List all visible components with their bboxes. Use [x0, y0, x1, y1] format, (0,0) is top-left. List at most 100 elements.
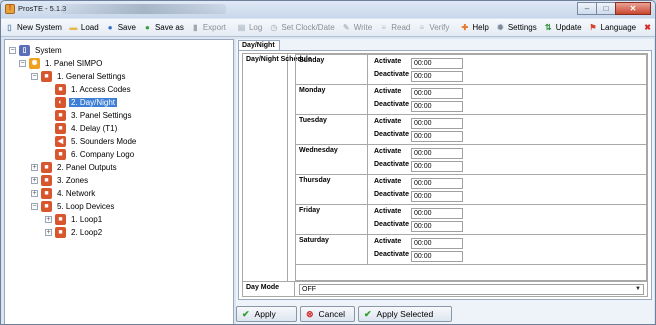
toolbar-item-label: Settings: [507, 23, 537, 32]
tree-item-label: 1. Loop1: [71, 214, 103, 224]
toolbar-help-lifebuoy-button[interactable]: ✚ Help: [459, 22, 489, 33]
tree-item[interactable]: ◀ 5. Sounders Mode: [45, 135, 138, 147]
tree-item[interactable]: + ■ 2. Panel Outputs: [31, 161, 119, 173]
system-tree[interactable]: − ▯ System − ✺ 1. Panel SIMPO − ■ 1. General Set…: [4, 39, 234, 324]
log-icon: ▤: [237, 23, 246, 32]
toolbar-item-label: New System: [17, 23, 62, 32]
toolbar-exit-x-button[interactable]: ✖Exit: [642, 22, 655, 33]
day-row: Wednesday Activate 00:00 Deactivate 00:00: [296, 145, 646, 175]
activate-time-input[interactable]: 00:00: [411, 58, 463, 69]
tree-item[interactable]: + ■ 4. Network: [31, 187, 97, 199]
deactivate-time-input[interactable]: 00:00: [411, 191, 463, 202]
title-blurred-region: [61, 4, 226, 14]
apply-selected-label: Apply Selected: [376, 309, 434, 319]
save-disk-icon: ●: [107, 23, 113, 32]
verify-icon: ≡: [419, 23, 425, 32]
activate-time-input[interactable]: 00:00: [411, 238, 463, 249]
apply-button[interactable]: ✔ Apply: [236, 306, 297, 322]
gear-icon: ✹: [496, 23, 504, 32]
tree-item[interactable]: ◐ 2. Day/Night: [45, 96, 118, 108]
close-button[interactable]: ✕: [615, 2, 651, 15]
access-codes-icon: ■: [55, 83, 66, 95]
save-as-icon: ●: [145, 23, 150, 32]
new-file-icon: ▯: [7, 23, 12, 32]
toolbar-update-arrows-button[interactable]: ⇅ Update: [543, 22, 582, 33]
tree-item[interactable]: ■ 4. Delay (T1): [45, 122, 119, 134]
tree-item[interactable]: + ■ 1. Loop1: [45, 213, 104, 225]
activate-time-input[interactable]: 00:00: [411, 88, 463, 99]
tree-item[interactable]: ■ 6. Company Logo: [45, 148, 136, 160]
deactivate-label: Deactivate: [374, 131, 410, 138]
cancel-button[interactable]: ⊗ Cancel: [300, 306, 355, 322]
checkmark-icon: ✔: [364, 308, 372, 319]
toolbar-language-flag-button[interactable]: ⚑ Language: [588, 22, 636, 33]
toolbar-item-label: Write: [353, 23, 373, 32]
tree-item[interactable]: − ✺ 1. Panel SIMPO: [19, 57, 104, 69]
chevron-down-icon[interactable]: ▼: [635, 285, 641, 294]
exit-x-icon: ✖: [644, 23, 651, 32]
minimize-button[interactable]: –: [577, 2, 597, 15]
panel-settings-icon: ■: [55, 109, 66, 121]
sounders-icon: ◀: [55, 135, 66, 147]
expand-icon[interactable]: +: [31, 176, 38, 184]
expand-icon[interactable]: +: [31, 163, 38, 171]
day-mode-select[interactable]: OFF ▼: [299, 284, 644, 295]
activate-label: Activate: [374, 148, 402, 155]
tree-item[interactable]: ■ 1. Access Codes: [45, 83, 133, 95]
toolbar-folder-button[interactable]: ▬ Load: [68, 22, 98, 33]
language-flag-icon: ⚑: [589, 23, 597, 32]
tree-item[interactable]: ■ 3. Panel Settings: [45, 109, 133, 121]
tree-item-label: 1. Panel SIMPO: [45, 58, 103, 68]
deactivate-time-input[interactable]: 00:00: [411, 251, 463, 262]
day-name: Sunday: [296, 55, 368, 84]
system-book-icon: ▯: [19, 44, 30, 56]
collapse-icon[interactable]: −: [31, 202, 38, 210]
panel-outputs-icon: ■: [41, 161, 52, 173]
toolbar-clock-button[interactable]: ◷ Set Clock/Date: [268, 22, 334, 33]
activate-label: Activate: [374, 118, 402, 125]
collapse-icon[interactable]: −: [9, 46, 16, 54]
deactivate-time-input[interactable]: 00:00: [411, 221, 463, 232]
toolbar-verify-button[interactable]: ≡ Verify: [416, 22, 450, 33]
collapse-icon[interactable]: −: [19, 59, 26, 67]
tree-item[interactable]: − ■ 5. Loop Devices: [31, 200, 116, 212]
tree-item[interactable]: − ▯ System: [9, 44, 64, 56]
deactivate-time-input[interactable]: 00:00: [411, 131, 463, 142]
activate-time-input[interactable]: 00:00: [411, 178, 463, 189]
schedule-label: Day/Night Schedule: [243, 54, 312, 281]
apply-selected-button[interactable]: ✔ Apply Selected: [358, 306, 452, 322]
tree-item-label: 2. Day/Night: [69, 97, 118, 107]
deactivate-time-input[interactable]: 00:00: [411, 71, 463, 82]
deactivate-time-input[interactable]: 00:00: [411, 161, 463, 172]
tree-item[interactable]: + ■ 2. Loop2: [45, 226, 104, 238]
tree-item-label: 2. Loop2: [71, 227, 103, 237]
toolbar: ▯ New System ▬ Load ● Save ● Save as ▮ Export ▤ Log…: [1, 19, 655, 37]
expand-icon[interactable]: +: [31, 189, 38, 197]
expand-icon[interactable]: +: [45, 215, 52, 223]
toolbar-gear-button[interactable]: ✹ Settings: [495, 22, 537, 33]
toolbar-log-button[interactable]: ▤ Log: [236, 22, 263, 33]
general-settings-icon: ■: [41, 70, 52, 82]
tree-item[interactable]: + ■ 3. Zones: [31, 174, 90, 186]
toolbar-new-file-button[interactable]: ▯ New System: [4, 22, 62, 33]
collapse-icon[interactable]: −: [31, 72, 38, 80]
toolbar-item-label: Verify: [429, 23, 450, 32]
toolbar-read-button[interactable]: ≡ Read: [378, 22, 410, 33]
toolbar-save-disk-button[interactable]: ● Save: [105, 22, 136, 33]
activate-time-input[interactable]: 00:00: [411, 148, 463, 159]
activate-time-input[interactable]: 00:00: [411, 208, 463, 219]
tree-item-label: 3. Zones: [57, 175, 89, 185]
expand-icon[interactable]: +: [45, 228, 52, 236]
toolbar-save-as-button[interactable]: ● Save as: [142, 22, 184, 33]
help-lifebuoy-icon: ✚: [461, 23, 469, 32]
tree-item-label: 6. Company Logo: [71, 149, 135, 159]
activate-time-input[interactable]: 00:00: [411, 118, 463, 129]
toolbar-export-chart-button[interactable]: ▮ Export: [190, 22, 226, 33]
maximize-button[interactable]: □: [596, 2, 616, 15]
tree-item-label: System: [35, 45, 62, 55]
day-night-icon: ◐: [55, 96, 66, 108]
deactivate-time-input[interactable]: 00:00: [411, 101, 463, 112]
tree-item[interactable]: − ■ 1. General Settings: [31, 70, 127, 82]
toolbar-pencil-button[interactable]: ✎ Write: [341, 22, 373, 33]
toolbar-item-label: Save: [117, 23, 136, 32]
